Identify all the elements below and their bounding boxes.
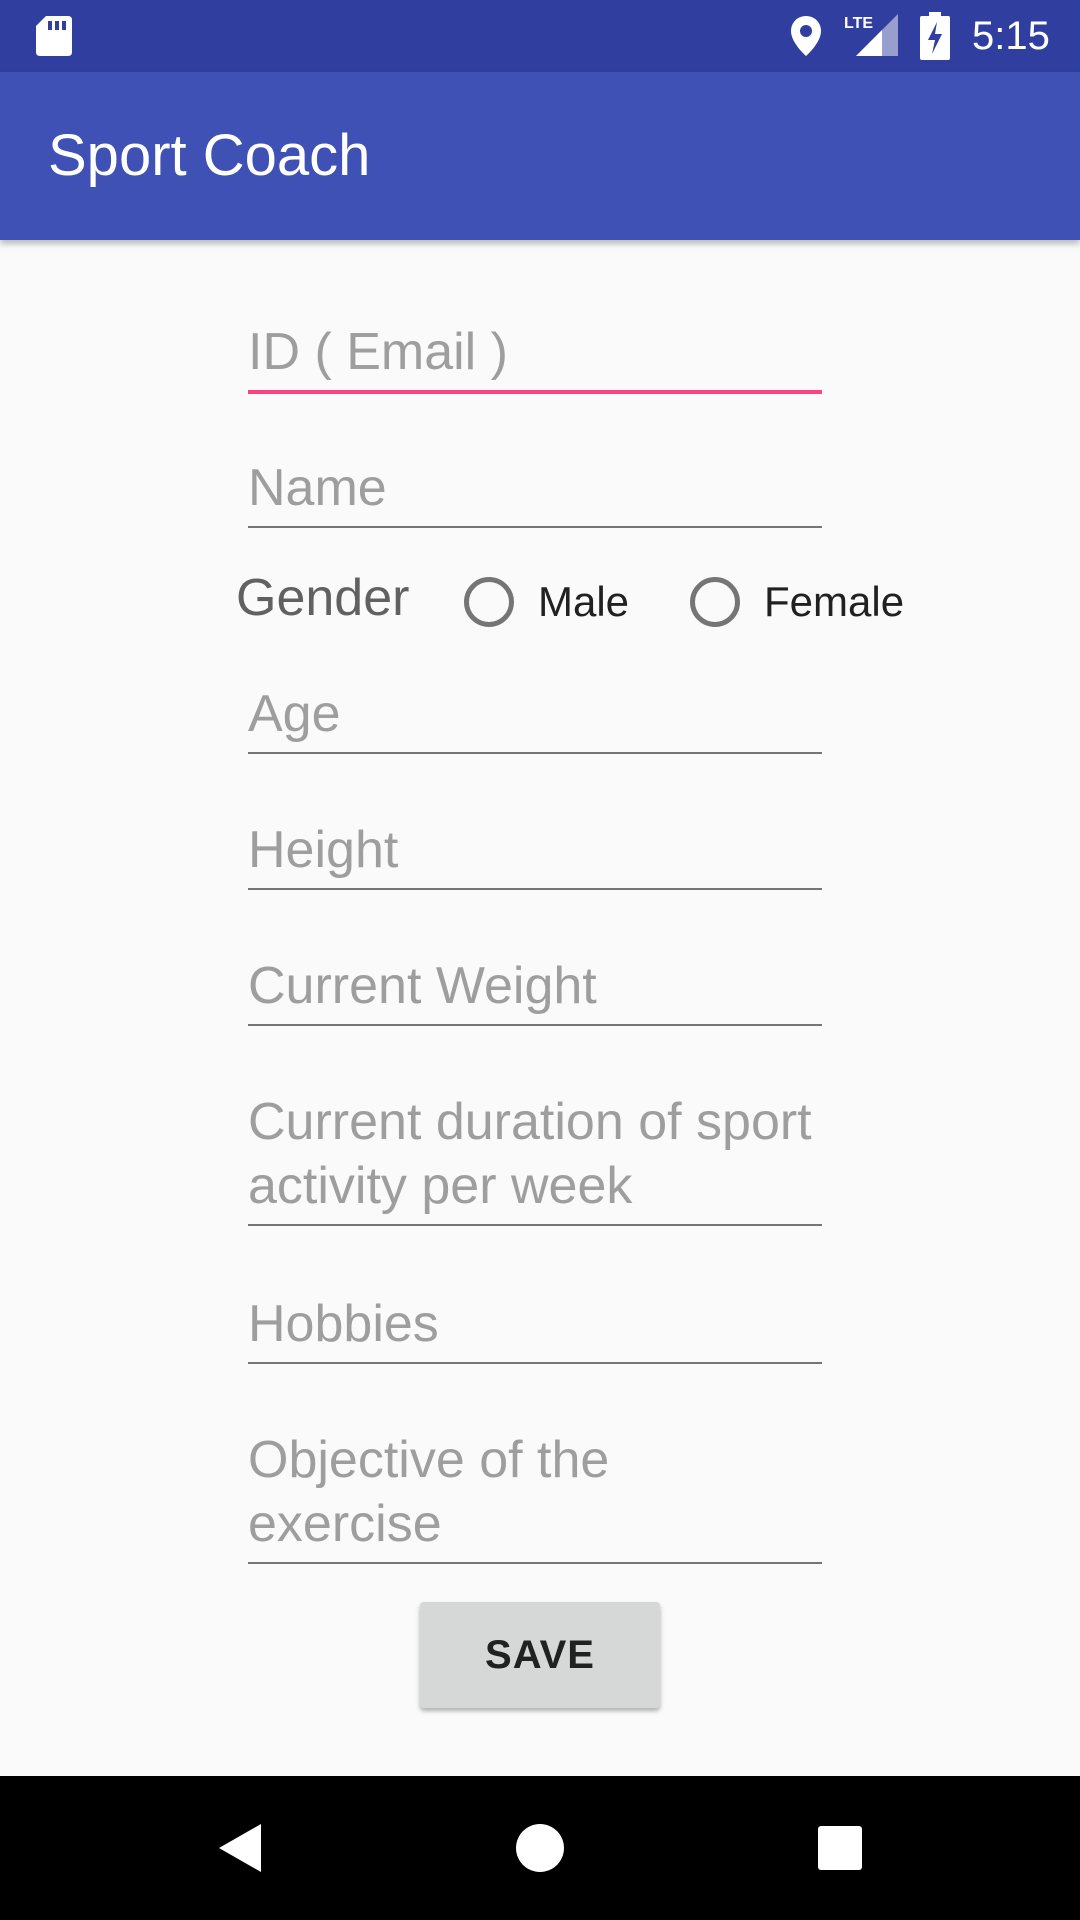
gender-label: Gender bbox=[236, 569, 410, 627]
gender-male-label: Male bbox=[538, 578, 630, 625]
email-field[interactable]: ID ( Email ) bbox=[248, 320, 822, 394]
gender-female-radio[interactable]: Female bbox=[690, 570, 904, 634]
objective-placeholder: Objective of the exercise bbox=[248, 1431, 610, 1553]
gender-female-label: Female bbox=[764, 578, 905, 625]
nav-bar bbox=[0, 1776, 1080, 1920]
height-placeholder: Height bbox=[248, 821, 399, 879]
age-placeholder: Age bbox=[248, 685, 341, 743]
objective-field[interactable]: Objective of the exercise bbox=[248, 1428, 822, 1564]
radio-unchecked-icon bbox=[690, 577, 740, 627]
home-button[interactable] bbox=[470, 1776, 610, 1920]
back-button[interactable] bbox=[170, 1776, 310, 1920]
app-title: Sport Coach bbox=[48, 123, 371, 188]
save-button[interactable]: SAVE bbox=[420, 1602, 660, 1708]
hobbies-field[interactable]: Hobbies bbox=[248, 1292, 822, 1364]
sd-card-icon bbox=[36, 16, 72, 56]
app-bar: Sport Coach bbox=[0, 72, 1080, 240]
name-field[interactable]: Name bbox=[248, 456, 822, 528]
location-icon bbox=[791, 16, 821, 56]
weight-field[interactable]: Current Weight bbox=[248, 954, 822, 1026]
recents-button[interactable] bbox=[770, 1776, 910, 1920]
recents-icon bbox=[818, 1826, 862, 1870]
age-field[interactable]: Age bbox=[248, 682, 822, 754]
back-icon bbox=[219, 1824, 261, 1872]
email-placeholder: ID ( Email ) bbox=[248, 323, 508, 381]
battery-charging-icon bbox=[920, 12, 950, 60]
height-field[interactable]: Height bbox=[248, 818, 822, 890]
gender-male-radio[interactable]: Male bbox=[464, 570, 629, 634]
name-placeholder: Name bbox=[248, 459, 387, 517]
network-type: LTE bbox=[844, 15, 873, 32]
weight-placeholder: Current Weight bbox=[248, 957, 597, 1015]
lte-signal-icon: LTE bbox=[844, 14, 898, 56]
status-bar: LTE 5:15 bbox=[0, 0, 1080, 72]
activity-duration-field[interactable]: Current duration of sport activity per w… bbox=[248, 1090, 822, 1226]
activity-duration-placeholder: Current duration of sport activity per w… bbox=[248, 1093, 812, 1215]
status-time: 5:15 bbox=[972, 14, 1050, 58]
radio-unchecked-icon bbox=[464, 577, 514, 627]
hobbies-placeholder: Hobbies bbox=[248, 1295, 439, 1353]
home-icon bbox=[516, 1824, 564, 1872]
